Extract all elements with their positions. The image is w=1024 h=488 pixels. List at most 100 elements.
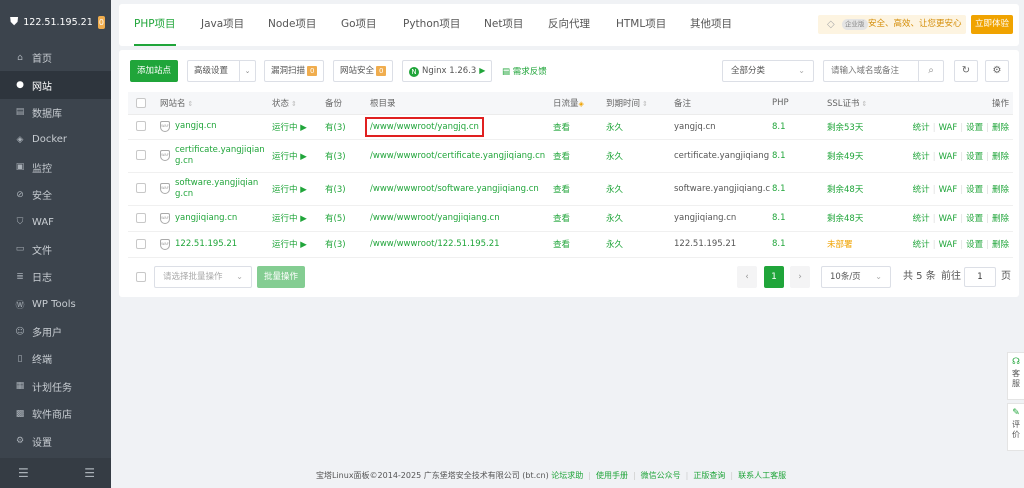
collapse-left-icon[interactable]: ☰ xyxy=(18,466,29,480)
col-header-ssl[interactable]: SSL证书 ⇕ xyxy=(827,92,903,115)
customer-service-float[interactable]: ☊ 客服 xyxy=(1007,352,1024,400)
remark-text[interactable]: certificate.yangjiqiang xyxy=(674,139,772,173)
expire-link[interactable]: 永久 xyxy=(606,139,674,173)
php-version-link[interactable]: 8.1 xyxy=(772,231,827,258)
sidebar-item[interactable]: ▦ 计划任务 xyxy=(0,373,111,400)
remark-text[interactable]: 122.51.195.21 xyxy=(674,231,772,258)
sidebar-item[interactable]: ▣ 监控 xyxy=(0,154,111,181)
row-op-link[interactable]: WAF xyxy=(939,123,958,133)
footer-link[interactable]: 联系人工客服 xyxy=(738,471,786,480)
status-toggle[interactable]: 运行中 ▶ xyxy=(272,205,325,232)
sidebar-item[interactable]: ☺ 多用户 xyxy=(0,318,111,345)
status-toggle[interactable]: 运行中 ▶ xyxy=(272,139,325,173)
sidebar-item[interactable]: ▭ 文件 xyxy=(0,236,111,263)
root-dir-link[interactable]: /www/wwwroot/software.yangjiqiang.cn xyxy=(370,184,539,194)
expire-link[interactable]: 永久 xyxy=(606,231,674,258)
footer-select-all-checkbox[interactable] xyxy=(136,272,146,282)
row-op-link[interactable]: 删除 xyxy=(992,152,1009,162)
php-version-link[interactable]: 8.1 xyxy=(772,139,827,173)
footer-link[interactable]: 使用手册 xyxy=(596,471,628,480)
row-checkbox[interactable] xyxy=(136,238,146,249)
php-version-link[interactable]: 8.1 xyxy=(772,205,827,232)
root-dir-link[interactable]: /www/wwwroot/122.51.195.21 xyxy=(370,239,500,249)
server-header[interactable]: ⛊ 122.51.195.21 0 xyxy=(0,0,111,44)
remark-text[interactable]: yangjiqiang.cn xyxy=(674,205,772,232)
review-float[interactable]: ✎ 评价 xyxy=(1007,403,1024,451)
traffic-link[interactable]: 查看 xyxy=(553,205,606,232)
row-op-link[interactable]: 设置 xyxy=(966,152,983,162)
footer-link[interactable]: 论坛求助 xyxy=(551,471,583,480)
menu-icon[interactable]: ☰ xyxy=(84,466,95,480)
row-op-link[interactable]: 删除 xyxy=(992,214,1009,224)
advanced-settings-dropdown[interactable]: 高级设置 ⌄ xyxy=(187,60,256,82)
sidebar-item[interactable]: ≣ 日志 xyxy=(0,263,111,290)
backup-link[interactable]: 有(3) xyxy=(325,114,370,140)
sidebar-item[interactable]: ▩ 软件商店 xyxy=(0,400,111,427)
row-op-link[interactable]: 统计 xyxy=(913,152,930,162)
select-all-checkbox[interactable] xyxy=(136,97,146,108)
sidebar-item[interactable]: ⚙ 设置 xyxy=(0,427,111,454)
remark-text[interactable]: yangjq.cn xyxy=(674,114,772,140)
site-name-link[interactable]: 122.51.195.21 xyxy=(175,239,237,250)
ssl-status-link[interactable]: 剩余48天 xyxy=(827,205,903,232)
backup-link[interactable]: 有(3) xyxy=(325,139,370,173)
backup-link[interactable]: 有(3) xyxy=(325,172,370,206)
site-name-link[interactable]: software.yangjiqiang.cn xyxy=(175,178,266,200)
search-icon[interactable]: ⌕ xyxy=(918,60,944,82)
ssl-status-link[interactable]: 剩余48天 xyxy=(827,172,903,206)
row-op-link[interactable]: WAF xyxy=(939,185,958,195)
row-op-link[interactable]: WAF xyxy=(939,240,958,250)
sidebar-item[interactable]: ⛉ WAF xyxy=(0,208,111,235)
row-op-link[interactable]: 设置 xyxy=(966,240,983,250)
expire-link[interactable]: 永久 xyxy=(606,114,674,140)
ssl-status-link[interactable]: 剩余53天 xyxy=(827,114,903,140)
sidebar-item[interactable]: ● 网站 xyxy=(0,71,111,99)
traffic-link[interactable]: 查看 xyxy=(553,172,606,206)
tab-project[interactable]: Go项目 xyxy=(341,4,377,46)
status-toggle[interactable]: 运行中 ▶ xyxy=(272,172,325,206)
row-op-link[interactable]: WAF xyxy=(939,214,958,224)
row-checkbox[interactable] xyxy=(136,183,146,194)
alert-count-badge[interactable]: 0 xyxy=(97,15,105,29)
row-op-link[interactable]: 设置 xyxy=(966,185,983,195)
nginx-version-button[interactable]: N Nginx 1.26.3 ▶ xyxy=(402,60,493,82)
tab-project[interactable]: HTML项目 xyxy=(616,4,666,46)
refresh-icon[interactable]: ↻ xyxy=(954,60,978,82)
sidebar-item[interactable]: ⌂ 首页 xyxy=(0,44,111,71)
search-input[interactable] xyxy=(823,60,918,82)
page-1-button[interactable]: 1 xyxy=(764,266,784,288)
row-op-link[interactable]: 统计 xyxy=(913,123,930,133)
root-dir-link[interactable]: /www/wwwroot/yangjiqiang.cn xyxy=(370,213,500,223)
next-page-button[interactable]: › xyxy=(790,266,810,288)
site-security-button[interactable]: 网站安全 0 xyxy=(333,60,394,82)
tab-project[interactable]: PHP项目 xyxy=(134,4,176,46)
tab-project[interactable]: 反向代理 xyxy=(548,4,590,46)
sidebar-item[interactable]: ▯ 终端 xyxy=(0,345,111,372)
php-version-link[interactable]: 8.1 xyxy=(772,172,827,206)
footer-link[interactable]: 微信公众号 xyxy=(641,471,681,480)
tab-project[interactable]: Node项目 xyxy=(268,4,316,46)
row-op-link[interactable]: 设置 xyxy=(966,214,983,224)
tab-project[interactable]: 其他项目 xyxy=(690,4,732,46)
site-name-link[interactable]: yangjiqiang.cn xyxy=(175,213,237,224)
row-op-link[interactable]: 设置 xyxy=(966,123,983,133)
status-toggle[interactable]: 运行中 ▶ xyxy=(272,231,325,258)
ssl-status-link[interactable]: 未部署 xyxy=(827,231,903,258)
prev-page-button[interactable]: ‹ xyxy=(737,266,757,288)
sidebar-item[interactable]: ⊘ 安全 xyxy=(0,181,111,208)
traffic-link[interactable]: 查看 xyxy=(553,114,606,140)
root-dir-link[interactable]: /www/wwwroot/certificate.yangjiqiang.cn xyxy=(370,151,545,161)
sidebar-item[interactable]: ▤ 数据库 xyxy=(0,99,111,126)
tab-project[interactable]: Python项目 xyxy=(403,4,460,46)
tab-project[interactable]: Net项目 xyxy=(484,4,523,46)
backup-link[interactable]: 有(5) xyxy=(325,205,370,232)
row-op-link[interactable]: 删除 xyxy=(992,185,1009,195)
col-header-status[interactable]: 状态 ⇕ xyxy=(272,92,325,115)
footer-link[interactable]: 正版查询 xyxy=(693,471,725,480)
batch-action-select[interactable]: 请选择批量操作 ⌄ xyxy=(154,266,252,288)
traffic-link[interactable]: 查看 xyxy=(553,139,606,173)
row-op-link[interactable]: 统计 xyxy=(913,240,930,250)
gear-icon[interactable]: ⚙ xyxy=(985,60,1009,82)
row-checkbox[interactable] xyxy=(136,121,146,132)
expire-link[interactable]: 永久 xyxy=(606,205,674,232)
